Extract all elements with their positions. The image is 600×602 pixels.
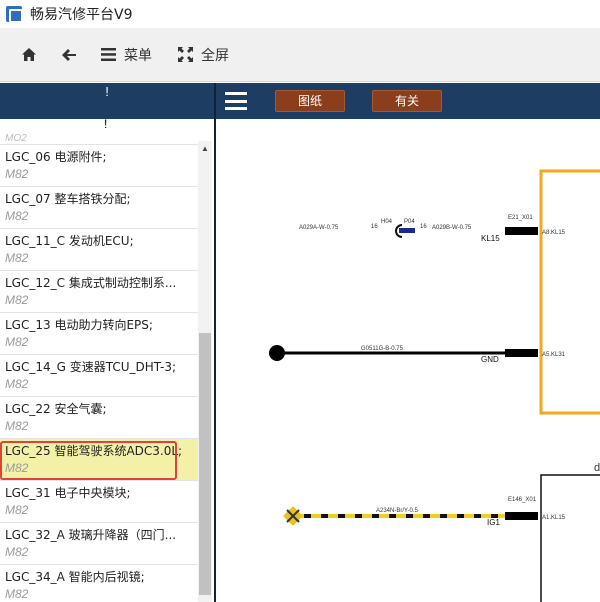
list-item[interactable]: LGC_31 电子中央模块; M82 xyxy=(0,481,198,523)
wire3-label: A234N-Br/Y-0.5 xyxy=(376,508,418,514)
list-item-name: LGC_13 电动助力转向EPS; xyxy=(5,318,153,332)
list-item-code: M82 xyxy=(5,377,29,391)
window-title: 畅易汽修平台V9 xyxy=(30,7,133,23)
list-item-name: LGC_14_G 变速器TCU_DHT-3; xyxy=(5,360,177,374)
list-item[interactable]: LGC_22 安全气囊; M82 xyxy=(0,397,198,439)
wire2-terminal xyxy=(505,349,538,357)
list-item-name: LGC_11_C 发动机ECU; xyxy=(5,234,134,248)
connector-plug xyxy=(399,228,415,233)
list-item[interactable]: LGC_07 整车搭铁分配; M82 xyxy=(0,187,198,229)
list-item-name: LGC_12_C 集成式制动控制系... xyxy=(5,276,177,290)
list-item[interactable]: LGC_14_G 变速器TCU_DHT-3; M82 xyxy=(0,355,198,397)
component-box-label: di xyxy=(594,462,600,474)
wire2-net: GND xyxy=(481,355,499,364)
component-box-black xyxy=(540,474,600,602)
wire1-left-label: A029A-W-0.75 xyxy=(299,225,339,231)
circuit-list: ! MO2 LGC_06 电源附件; M82 LGC_07 整车搭铁分配; M82 LG… xyxy=(0,119,198,602)
list-item-name: LGC_25 智能驾驶系统ADC3.0L; xyxy=(5,444,183,458)
wire3-origin-marker xyxy=(283,506,303,526)
wire1-terminal xyxy=(505,227,538,235)
list-item-name: LGC_32_A 玻璃升降器（四门... xyxy=(5,528,177,542)
list-icon xyxy=(101,48,116,61)
header-mark: ! xyxy=(105,84,109,99)
list-item-partial: ! MO2 xyxy=(0,119,198,145)
wire3-conn: E146_X01 xyxy=(508,497,537,503)
wire3-terminal xyxy=(505,512,538,520)
wire3-net: IG1 xyxy=(487,518,500,527)
wire1-net: KL15 xyxy=(481,234,500,243)
wire1-conn-top: H04 xyxy=(381,219,393,225)
list-item[interactable]: LGC_12_C 集成式制动控制系... M82 xyxy=(0,271,198,313)
wire1-conn: E21_X01 xyxy=(508,215,533,221)
menu-button[interactable]: 菜单 xyxy=(89,39,164,71)
wire1-right-label: A029B-W-0.75 xyxy=(432,225,472,231)
list-item-code: M82 xyxy=(5,419,29,433)
hamburger-menu-icon[interactable] xyxy=(225,92,247,110)
toolbar: 菜单 全屏 xyxy=(0,28,600,82)
list-item-name: LGC_34_A 智能内后视镜; xyxy=(5,570,145,584)
list-item[interactable]: LGC_25 智能驾驶系统ADC3.0L; M82 xyxy=(0,439,198,481)
list-item-code: M82 xyxy=(5,545,29,559)
home-button[interactable] xyxy=(9,39,49,71)
wire3-pin: A1.KL15 xyxy=(542,515,566,521)
list-item[interactable]: LGC_11_C 发动机ECU; M82 xyxy=(0,229,198,271)
fullscreen-icon xyxy=(178,47,193,62)
wire2-pin: A5.KL31 xyxy=(542,352,566,358)
wiring-diagram: di A029A-W-0.75 16 H04 P04 16 A029B-W-0.… xyxy=(269,169,600,602)
component-box-orange xyxy=(539,169,600,415)
list-item-code: M82 xyxy=(5,587,29,601)
list-item-name: LGC_22 安全气囊; xyxy=(5,402,107,416)
back-button[interactable] xyxy=(49,39,89,71)
fullscreen-button[interactable]: 全屏 xyxy=(166,39,241,71)
list-item[interactable]: LGC_34_A 智能内后视镜; M82 xyxy=(0,565,198,602)
wiring-diagram-canvas[interactable]: di A029A-W-0.75 16 H04 P04 16 A029B-W-0.… xyxy=(216,119,600,602)
diagram-header: 图纸 有关 xyxy=(216,83,600,119)
list-item-code: M82 xyxy=(5,167,29,181)
menu-button-label: 菜单 xyxy=(124,47,152,64)
wire1-pin-right: 16 xyxy=(420,224,427,230)
list-item-code: M82 xyxy=(5,335,29,349)
list-item-code: M82 xyxy=(5,503,29,517)
list-item-code: M82 xyxy=(5,251,29,265)
arrow-left-icon xyxy=(62,48,76,61)
list-item-code: M82 xyxy=(5,293,29,307)
list-item[interactable]: LGC_06 电源附件; M82 xyxy=(0,145,198,187)
list-item-code: M82 xyxy=(5,461,29,475)
app-logo-icon xyxy=(6,6,23,23)
partial-mark: ! xyxy=(104,119,108,131)
list-item-name: LGC_07 整车搭铁分配; xyxy=(5,192,131,206)
list-item[interactable]: LGC_32_A 玻璃升降器（四门... M82 xyxy=(0,523,198,565)
list-item[interactable]: LGC_13 电动助力转向EPS; M82 xyxy=(0,313,198,355)
partial-code: MO2 xyxy=(5,133,27,141)
list-item-name: LGC_06 电源附件; xyxy=(5,150,107,164)
fullscreen-button-label: 全屏 xyxy=(201,47,229,64)
list-item-name: LGC_31 电子中央模块; xyxy=(5,486,131,500)
left-panel-header: ! xyxy=(0,83,214,119)
list-item-code: M82 xyxy=(5,209,29,223)
drawing-button[interactable]: 图纸 xyxy=(275,90,346,112)
home-icon xyxy=(22,48,36,61)
related-button[interactable]: 有关 xyxy=(372,90,443,112)
wire1-pin-left: 16 xyxy=(371,224,378,230)
wire2-label: G0511G-B-0.75 xyxy=(361,346,404,352)
wire1-pin: A8.KL15 xyxy=(542,230,566,236)
title-bar: 畅易汽修平台V9 xyxy=(0,0,600,28)
scroll-up-arrow-icon[interactable]: ▲ xyxy=(198,141,212,155)
scroll-thumb[interactable] xyxy=(199,333,211,595)
wire1-conn-top2: P04 xyxy=(404,219,415,225)
